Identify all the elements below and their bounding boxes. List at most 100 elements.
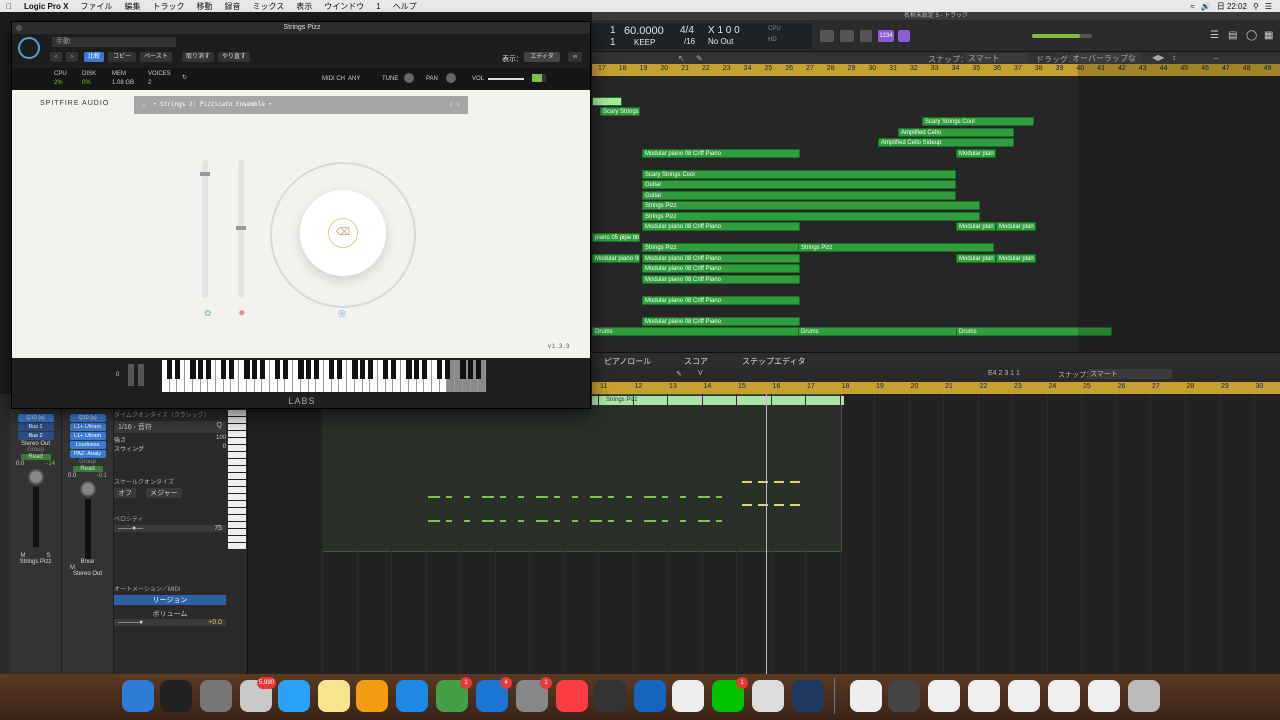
black-key[interactable] — [205, 360, 211, 379]
midi-note[interactable] — [536, 496, 548, 498]
drag-select[interactable]: オーバーラップなし — [1070, 53, 1142, 74]
black-key[interactable] — [244, 360, 250, 379]
velocity-value[interactable]: 75 — [214, 525, 222, 532]
black-key[interactable] — [228, 360, 235, 379]
notes-icon[interactable] — [318, 680, 350, 712]
mod-wheel[interactable] — [138, 364, 144, 386]
midi-note[interactable] — [428, 520, 440, 522]
automation-read[interactable]: Read — [20, 454, 51, 460]
track-region[interactable]: Amplified Cello — [898, 127, 1014, 137]
pointer-tool-icon[interactable]: ↖ — [678, 54, 685, 63]
menu-file[interactable]: ファイル — [74, 1, 118, 12]
power-icon[interactable] — [18, 37, 40, 59]
link-icon[interactable]: ∞ — [568, 52, 582, 62]
redo-button[interactable]: やり直す — [218, 52, 250, 62]
region-automation-button[interactable]: リージョン — [114, 595, 226, 605]
velocity-slider[interactable]: ——●— — [118, 525, 143, 532]
track-region[interactable]: Modular piano 08 Criff Piano — [642, 295, 800, 305]
menu-record[interactable]: 録音 — [218, 1, 246, 12]
black-key[interactable] — [313, 360, 319, 379]
list-icon[interactable]: ☰ — [1265, 2, 1272, 11]
piano-roll[interactable]: Strings Pizz — [248, 394, 1280, 674]
track-region[interactable]: Modular piano 08 Criff Piano — [642, 274, 800, 284]
track-region[interactable]: Scary Strings — [600, 106, 640, 116]
pencil-tool-icon[interactable]: ✎ — [696, 54, 703, 63]
browser-icon[interactable]: ▦ — [1264, 30, 1273, 41]
menu-1[interactable]: 1 — [370, 2, 386, 11]
midi-note[interactable] — [662, 520, 668, 522]
document-icon[interactable] — [968, 680, 1000, 712]
document-icon[interactable] — [850, 680, 882, 712]
black-key[interactable] — [359, 360, 366, 379]
tab-piano-roll[interactable]: ピアノロール — [604, 356, 651, 367]
compare-button[interactable]: 比較 — [84, 52, 104, 62]
track-region[interactable]: Scary Strings Cool — [922, 117, 1034, 126]
midi-note[interactable] — [716, 496, 722, 498]
pan-knob[interactable] — [27, 469, 44, 485]
midi-note-selected[interactable] — [774, 504, 784, 506]
paste-button[interactable]: ペースト — [140, 52, 172, 62]
launchpad-icon[interactable] — [200, 680, 232, 712]
midi-ch-select[interactable]: ANY — [348, 76, 360, 82]
editor-snap-select[interactable]: スマート — [1088, 369, 1172, 379]
search-icon[interactable]: ⚲ — [1253, 2, 1259, 11]
midi-note[interactable] — [500, 496, 506, 498]
patch-selector[interactable]: ⌄ • Strings 2: Pizzicato Ensemble • ‹ › — [134, 96, 468, 114]
track-region[interactable]: Strings Pizz — [642, 243, 800, 252]
black-key[interactable] — [421, 360, 427, 379]
track-region[interactable]: Modular plan — [956, 222, 996, 231]
system-preferences-icon[interactable]: 1 — [516, 677, 552, 712]
midi-note[interactable] — [698, 496, 710, 498]
quantize-select[interactable]: 1/16 - 音符 — [118, 422, 152, 432]
app-store-icon[interactable]: 4 — [476, 677, 512, 712]
line-icon[interactable]: 1 — [712, 677, 748, 712]
midi-note[interactable] — [428, 496, 440, 498]
black-key[interactable] — [475, 360, 481, 379]
menu-navigate[interactable]: 移動 — [190, 1, 218, 12]
reset-icon[interactable]: ↻ — [182, 74, 187, 81]
midi-note[interactable] — [446, 520, 452, 522]
midi-note[interactable] — [536, 520, 548, 522]
safari-icon[interactable] — [278, 680, 310, 712]
track-region[interactable]: Strings Pizz — [642, 211, 980, 221]
midi-note[interactable] — [464, 520, 470, 522]
volume-param-select[interactable]: ボリューム — [114, 609, 226, 619]
black-key[interactable] — [305, 360, 312, 379]
black-key[interactable] — [282, 360, 289, 379]
black-key[interactable] — [259, 360, 265, 379]
midi-note-selected[interactable] — [742, 481, 752, 483]
black-key[interactable] — [390, 360, 397, 379]
menu-edit[interactable]: 編集 — [118, 1, 146, 12]
black-key[interactable] — [251, 360, 258, 379]
document-icon[interactable] — [1048, 680, 1080, 712]
midi-note[interactable] — [680, 496, 686, 498]
track-region[interactable]: Modular piano 08 Criff Piano — [642, 253, 800, 263]
tune-knob[interactable] — [404, 73, 414, 83]
copy-button[interactable]: コピー — [108, 52, 136, 62]
track-region[interactable]: Modular plan — [956, 148, 996, 158]
waveform-zoom-icon[interactable]: ◀▶ — [1152, 53, 1164, 62]
music-icon[interactable] — [556, 680, 588, 712]
garageband-icon[interactable] — [672, 680, 704, 712]
pitch-wheel[interactable] — [128, 364, 134, 386]
vertical-zoom-icon[interactable]: ↕ — [1172, 53, 1176, 62]
midi-note[interactable] — [572, 520, 578, 522]
midi-note[interactable] — [572, 496, 578, 498]
black-key[interactable] — [444, 360, 451, 379]
black-key[interactable] — [352, 360, 358, 379]
pan-knob[interactable] — [446, 73, 456, 83]
velocity-tool-icon[interactable]: V — [698, 370, 703, 377]
menu-window[interactable]: ウインドウ — [318, 1, 370, 12]
track-region[interactable]: Drums — [592, 327, 800, 336]
midi-note[interactable] — [680, 520, 686, 522]
track-region[interactable]: Modular plan — [996, 253, 1036, 263]
volume-fader[interactable] — [84, 499, 91, 559]
midi-note[interactable] — [518, 520, 524, 522]
midi-note[interactable] — [608, 520, 614, 522]
midi-note[interactable] — [626, 496, 632, 498]
document-icon[interactable] — [928, 680, 960, 712]
close-icon[interactable] — [16, 25, 22, 31]
plugin-title-bar[interactable]: Strings Pizz — [12, 22, 590, 34]
solo-icon[interactable] — [860, 30, 872, 42]
black-key[interactable] — [406, 360, 412, 379]
